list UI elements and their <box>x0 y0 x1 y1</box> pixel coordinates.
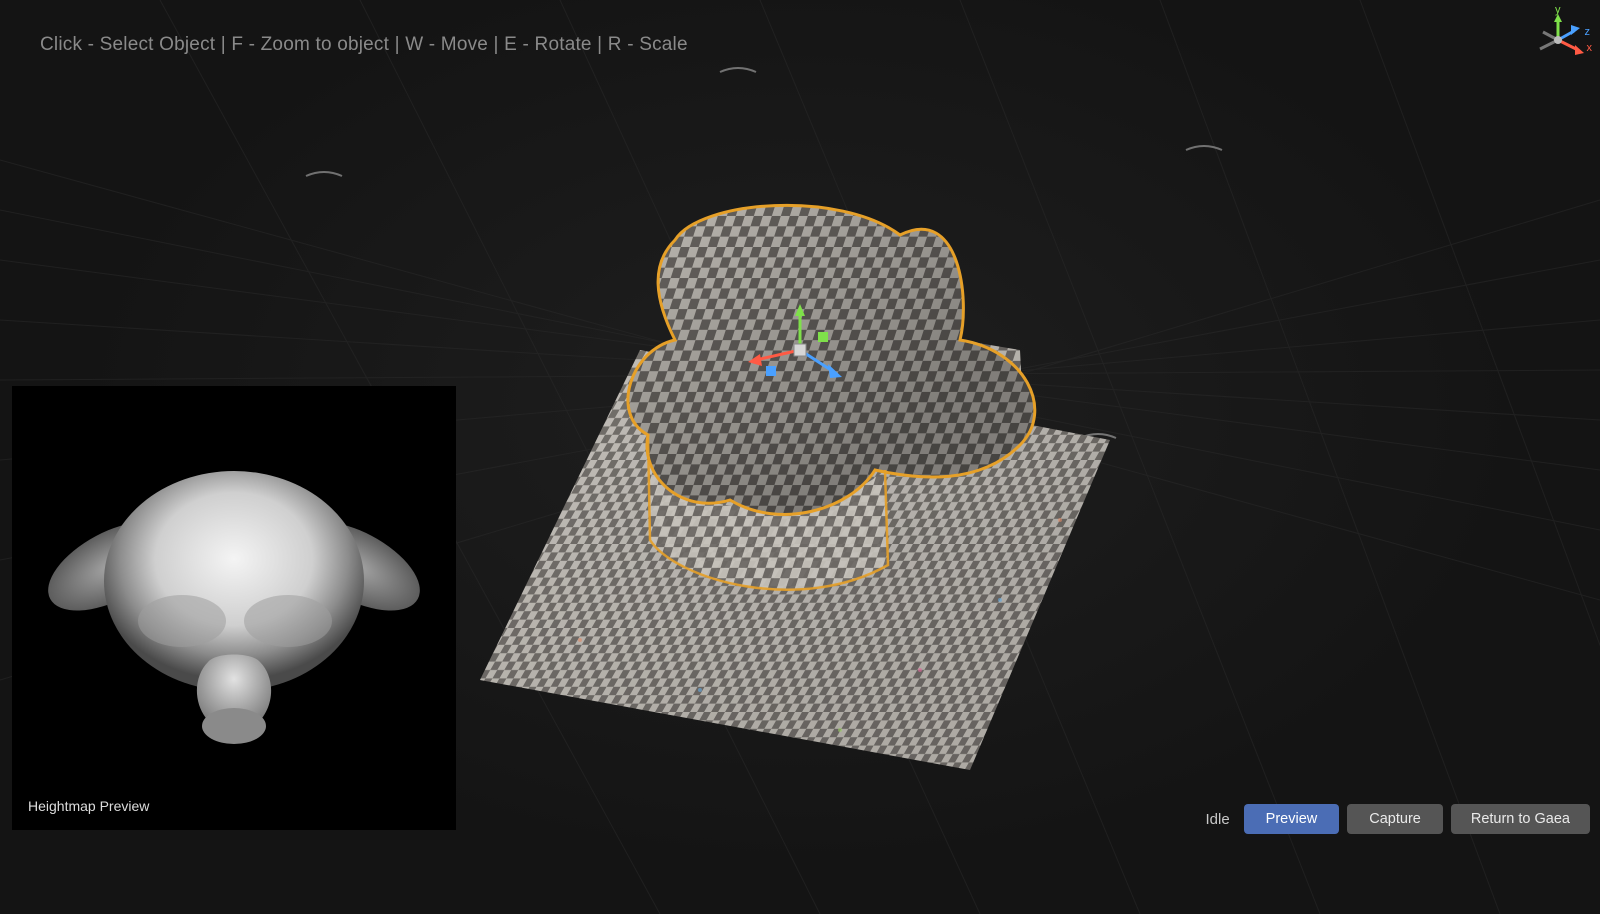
viewport-hints: Click - Select Object | F - Zoom to obje… <box>40 34 688 56</box>
heightmap-label: Heightmap Preview <box>28 798 149 814</box>
bottom-action-bar: Idle Preview Capture Return to Gaea <box>1205 804 1590 834</box>
capture-button[interactable]: Capture <box>1347 804 1443 834</box>
axis-label-z: z <box>1585 26 1591 38</box>
axis-gizmo[interactable]: y z x <box>1526 6 1590 70</box>
axis-label-x: x <box>1587 42 1593 54</box>
return-to-gaea-button[interactable]: Return to Gaea <box>1451 804 1590 834</box>
axis-label-y: y <box>1555 4 1561 16</box>
heightmap-preview-panel: Heightmap Preview <box>12 386 456 830</box>
heightmap-image <box>12 386 456 830</box>
status-text: Idle <box>1205 811 1229 828</box>
preview-button[interactable]: Preview <box>1244 804 1340 834</box>
